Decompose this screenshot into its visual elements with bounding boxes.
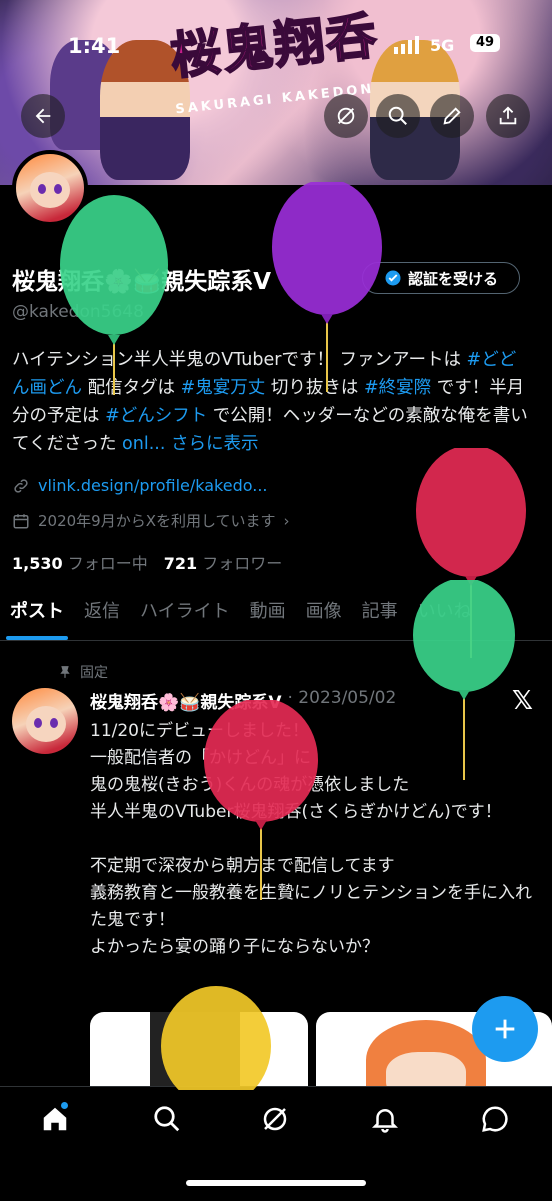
network-type: 5G (430, 36, 455, 55)
share-button[interactable] (486, 94, 530, 138)
following-label: フォロー中 (67, 554, 148, 573)
calendar-icon (13, 513, 29, 528)
search-button[interactable] (376, 94, 420, 138)
banner-title: 桜鬼翔呑 (167, 4, 382, 86)
link-icon (14, 478, 28, 493)
pin-icon (60, 666, 70, 678)
pinned-label: 固定 (80, 665, 108, 681)
profile-url[interactable]: vlink.design/profile/kakedo... (38, 476, 268, 495)
back-arrow-icon (35, 108, 51, 124)
status-time: 1:41 (68, 34, 121, 58)
follow-stats: 1,530 フォロー中 721 フォロワー (12, 550, 282, 574)
balloon-purple (272, 182, 382, 392)
search-icon (388, 106, 407, 125)
balloon-yellow (161, 986, 271, 1090)
edit-button[interactable] (430, 94, 474, 138)
chevron-right-icon: › (283, 511, 290, 530)
profile-url-row[interactable]: vlink.design/profile/kakedo... (12, 476, 268, 495)
following-link[interactable]: 1,530 フォロー中 (12, 550, 148, 574)
tab-articles[interactable]: 記事 (352, 596, 408, 640)
grok-icon (337, 107, 355, 125)
joined-date: 2020年9月からXを利用しています (38, 512, 276, 530)
bio-link[interactable]: #どんシフト (105, 406, 207, 426)
followers-link[interactable]: 721 フォロワー (164, 550, 283, 574)
balloon-green-2 (413, 580, 515, 780)
verified-badge-icon (385, 270, 401, 286)
pinned-indicator: 固定 (58, 662, 108, 682)
notification-dot (61, 1102, 68, 1109)
tab-replies[interactable]: 返信 (74, 596, 130, 640)
compose-button[interactable] (472, 996, 538, 1062)
battery-indicator: 49 (470, 34, 500, 52)
get-verified-label: 認証を受ける (407, 269, 498, 288)
share-icon (499, 106, 517, 125)
joined-date-row[interactable]: 2020年9月からXを利用しています › (12, 510, 290, 531)
bio-link[interactable]: さらに表示 (171, 434, 259, 454)
search-icon[interactable] (152, 1104, 182, 1134)
bio-link[interactable]: #鬼宴万丈 (181, 378, 266, 398)
tab-videos[interactable]: 動画 (240, 596, 296, 640)
tab-images[interactable]: 画像 (296, 596, 352, 640)
tab-posts[interactable]: ポスト (0, 596, 74, 640)
back-button[interactable] (21, 94, 65, 138)
post-avatar[interactable] (12, 688, 78, 754)
home-indicator (186, 1180, 366, 1186)
message-icon[interactable] (480, 1104, 510, 1134)
profile-banner[interactable]: 桜鬼翔呑 SAKURAGI KAKEDON (0, 0, 552, 185)
get-verified-button[interactable]: 認証を受ける (362, 262, 520, 294)
signal-icon (394, 36, 419, 54)
balloon-green (60, 195, 168, 395)
bell-icon[interactable] (370, 1104, 400, 1134)
tab-highlights[interactable]: ハイライト (130, 596, 240, 640)
pencil-icon (443, 107, 461, 125)
grok-icon[interactable] (260, 1104, 290, 1134)
followers-count: 721 (163, 554, 198, 573)
followers-label: フォロワー (202, 554, 283, 573)
bio-link[interactable]: onl... (122, 434, 165, 454)
grok-button[interactable] (324, 94, 368, 138)
balloon-red-2 (204, 700, 318, 900)
following-count: 1,530 (12, 554, 63, 573)
plus-icon (495, 1019, 515, 1039)
